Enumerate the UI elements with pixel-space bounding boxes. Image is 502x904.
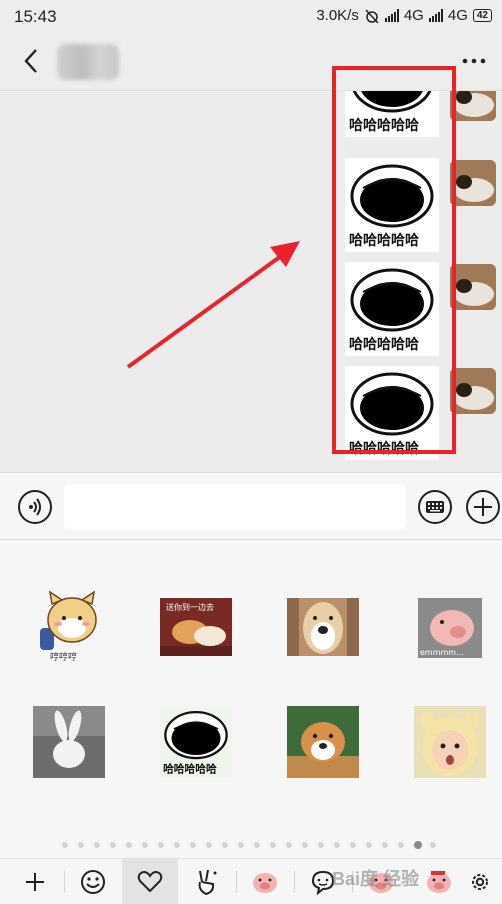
page-dot xyxy=(126,842,132,848)
page-dot xyxy=(398,842,404,848)
signal-icon xyxy=(384,9,399,22)
heart-icon xyxy=(137,871,163,893)
pig-icon xyxy=(253,873,277,893)
page-dot xyxy=(302,842,308,848)
battery-icon: 42 xyxy=(472,9,492,22)
keyboard-icon[interactable] xyxy=(418,490,452,524)
highlight-box xyxy=(332,66,456,454)
peace-hand-icon xyxy=(198,869,217,896)
voice-icon[interactable] xyxy=(18,490,52,524)
page-dot xyxy=(382,842,388,848)
svg-text:送你到一边去: 送你到一边去 xyxy=(166,602,214,612)
tab-pig[interactable] xyxy=(238,859,292,904)
tab-favorites[interactable] xyxy=(122,859,178,904)
page-dot xyxy=(430,842,436,848)
page-dot xyxy=(350,842,356,848)
tab-divider xyxy=(64,871,65,893)
tab-divider xyxy=(294,871,295,893)
page-dot xyxy=(174,842,180,848)
page-dot xyxy=(222,842,228,848)
tab-settings[interactable] xyxy=(458,859,502,904)
page-dot xyxy=(366,842,372,848)
network-type: 4G xyxy=(403,7,424,24)
dogs-sticker[interactable]: 送你到一边去 xyxy=(160,598,232,656)
contact-name-blurred xyxy=(57,44,119,80)
input-bar xyxy=(0,472,502,540)
page-dot xyxy=(190,842,196,848)
plus-icon xyxy=(26,873,44,891)
avatar[interactable] xyxy=(450,264,496,310)
svg-text:哼哼哼: 哼哼哼 xyxy=(50,651,77,663)
baidu-watermark: Bai度 经验 xyxy=(332,858,452,898)
alarm-off-icon xyxy=(365,8,379,24)
sticker-panel: 哼哼哼 送你到一边去 emmmm... 哈哈哈哈哈 xyxy=(0,540,502,858)
status-time: 15:43 xyxy=(14,7,57,26)
signal-icon-2 xyxy=(428,9,443,22)
gear-icon xyxy=(472,874,488,890)
shiba-sticker[interactable] xyxy=(287,706,359,778)
network-speed: 3.0K/s xyxy=(316,7,359,24)
avatar[interactable] xyxy=(450,160,496,206)
page-dot xyxy=(62,842,68,848)
status-bar: 15:43 3.0K/s 4G 4G 42 xyxy=(0,0,502,34)
avatar[interactable] xyxy=(450,368,496,414)
page-dot xyxy=(318,842,324,848)
annotation-arrow xyxy=(126,241,300,369)
smiley-icon xyxy=(81,870,105,894)
page-dot xyxy=(158,842,164,848)
page-dot xyxy=(94,842,100,848)
svg-text:emmmm...: emmmm... xyxy=(420,648,464,657)
page-dot xyxy=(270,842,276,848)
svg-text:哈哈哈哈哈: 哈哈哈哈哈 xyxy=(163,763,217,776)
status-right: 3.0K/s 4G 4G 42 xyxy=(316,7,492,24)
more-dots-icon[interactable] xyxy=(460,46,488,76)
tab-gesture[interactable] xyxy=(180,859,234,904)
laughing-face-sticker[interactable]: 哈哈哈哈哈 xyxy=(160,706,232,778)
page-dot xyxy=(254,842,260,848)
page-dot xyxy=(142,842,148,848)
message-input[interactable] xyxy=(64,484,406,530)
page-dot xyxy=(110,842,116,848)
avatar[interactable] xyxy=(450,91,496,121)
shiba-face-sticker[interactable] xyxy=(287,598,359,656)
page-dot xyxy=(334,842,340,848)
baby-sticker[interactable] xyxy=(414,706,486,778)
page-dot xyxy=(238,842,244,848)
pig-sticker[interactable]: emmmm... xyxy=(418,598,482,658)
page-dot xyxy=(286,842,292,848)
tab-emoji[interactable] xyxy=(66,859,120,904)
page-dot xyxy=(414,841,422,849)
cat-sticker[interactable]: 哼哼哼 xyxy=(36,590,104,664)
tab-divider xyxy=(236,871,237,893)
page-indicator[interactable] xyxy=(0,840,502,850)
tab-add[interactable] xyxy=(8,859,62,904)
plus-circle-icon[interactable] xyxy=(466,490,500,524)
page-dot xyxy=(206,842,212,848)
page-dot xyxy=(78,842,84,848)
network-type-2: 4G xyxy=(447,7,468,24)
chevron-left-icon[interactable] xyxy=(18,44,48,78)
watermark-text: Bai度 经验 xyxy=(332,869,420,889)
rabbit-sticker[interactable] xyxy=(33,706,105,778)
